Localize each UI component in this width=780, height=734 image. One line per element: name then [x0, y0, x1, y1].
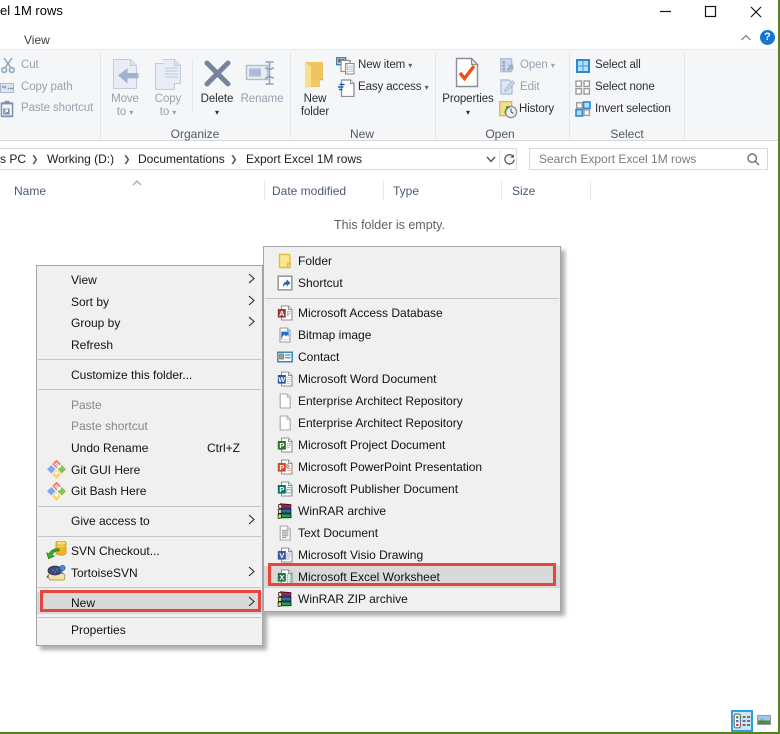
svg-text:P: P [279, 441, 284, 450]
svg-text:W: W [278, 375, 285, 384]
svg-text:P: P [279, 463, 284, 472]
svg-text:A: A [279, 309, 285, 318]
svg-text:P: P [279, 485, 284, 494]
svg-text:V: V [279, 551, 284, 560]
